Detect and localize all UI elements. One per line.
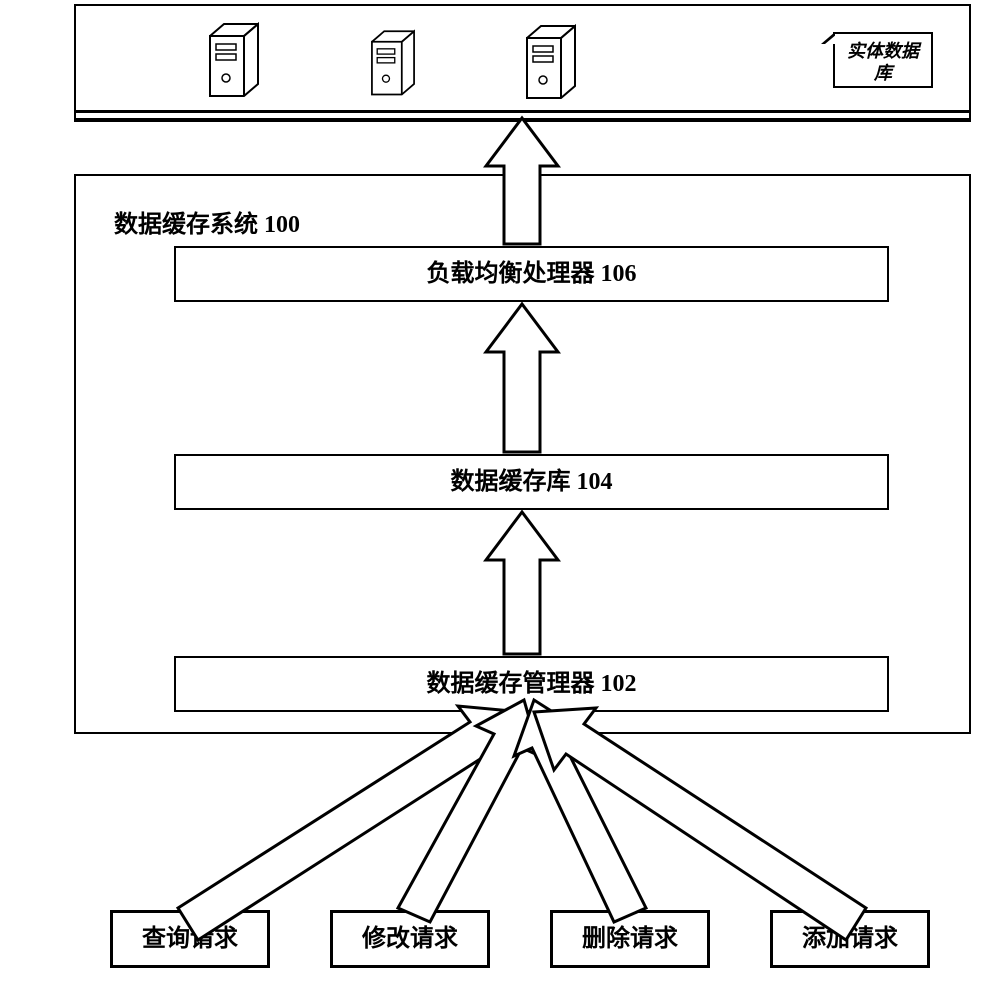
architecture-diagram: 实体数据 库 数据缓存系统 100 负载均衡处理器 106 数据缓存库 104 … (0, 0, 986, 1000)
database-tier: 实体数据 库 (74, 4, 971, 120)
load-balancer-block: 负载均衡处理器 106 (174, 246, 889, 302)
delete-request-box: 删除请求 (550, 910, 710, 968)
arrow-query-to-manager (178, 706, 522, 940)
modify-request-box: 修改请求 (330, 910, 490, 968)
db-label-line1: 实体数据 (835, 40, 931, 62)
physical-database-label: 实体数据 库 (833, 32, 933, 88)
system-title: 数据缓存系统 100 (114, 204, 300, 239)
network-bus-line (74, 110, 971, 122)
server-icon (366, 26, 420, 98)
server-icon (521, 20, 581, 102)
server-icon (204, 18, 264, 100)
data-cache-store-block: 数据缓存库 104 (174, 454, 889, 510)
add-request-box: 添加请求 (770, 910, 930, 968)
arrow-add-to-manager (534, 708, 866, 940)
data-cache-manager-block: 数据缓存管理器 102 (174, 656, 889, 712)
query-request-box: 查询请求 (110, 910, 270, 968)
data-cache-system-container: 数据缓存系统 100 负载均衡处理器 106 数据缓存库 104 数据缓存管理器… (74, 174, 971, 734)
db-label-line2: 库 (835, 62, 931, 84)
